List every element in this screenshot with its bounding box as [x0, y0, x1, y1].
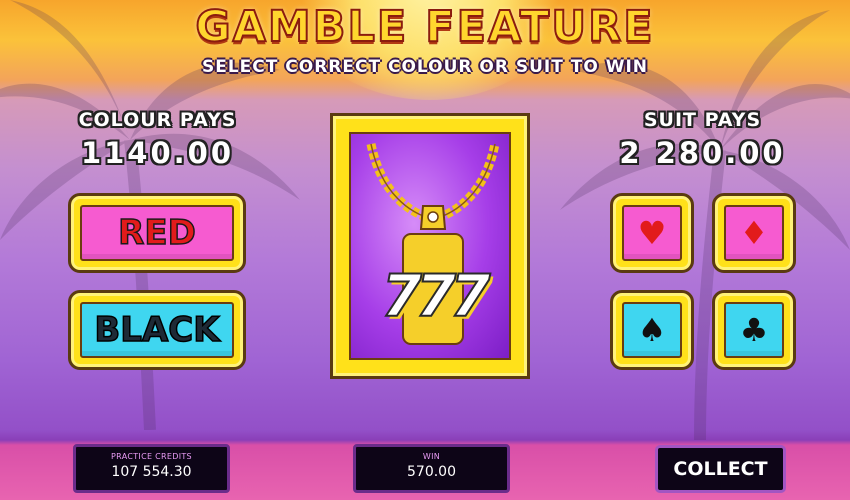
suit-pays-amount: 2 280.00 — [619, 136, 786, 170]
spades-button-face: ♠ — [622, 302, 682, 358]
spade-icon: ♠ — [637, 311, 667, 349]
card-back: 777 — [349, 132, 511, 360]
practice-credits-panel: PRACTICE CREDITS 107 554.30 — [73, 444, 230, 493]
gamble-card: 777 — [330, 113, 530, 379]
collect-button[interactable]: COLLECT — [655, 445, 786, 493]
diamonds-button[interactable]: ♦ — [712, 193, 796, 273]
black-button[interactable]: BLACK — [68, 290, 246, 370]
club-icon: ♣ — [739, 311, 769, 349]
win-value: 570.00 — [407, 464, 456, 480]
suit-pays-label: SUIT PAYS — [643, 109, 762, 131]
red-button-label: RED — [117, 212, 196, 254]
diamonds-button-face: ♦ — [724, 205, 784, 261]
subtitle: SELECT CORRECT COLOUR OR SUIT TO WIN — [201, 57, 649, 77]
clubs-button[interactable]: ♣ — [712, 290, 796, 370]
practice-credits-value: 107 554.30 — [111, 464, 192, 480]
heart-icon: ♥ — [637, 214, 667, 252]
black-button-face: BLACK — [80, 302, 234, 358]
win-label: WIN — [422, 452, 441, 461]
page-title: GAMBLE FEATURE — [194, 1, 655, 53]
red-button[interactable]: RED — [68, 193, 246, 273]
win-panel: WIN 570.00 — [353, 444, 510, 493]
red-button-face: RED — [80, 205, 234, 261]
hearts-button-face: ♥ — [622, 205, 682, 261]
card-777-glyph: 777 — [380, 261, 491, 331]
colour-pays-label: COLOUR PAYS — [78, 109, 237, 131]
spades-button[interactable]: ♠ — [610, 290, 694, 370]
clubs-button-face: ♣ — [724, 302, 784, 358]
practice-credits-label: PRACTICE CREDITS — [111, 452, 192, 461]
collect-button-label: COLLECT — [673, 458, 768, 480]
diamond-icon: ♦ — [739, 214, 769, 252]
hearts-button[interactable]: ♥ — [610, 193, 694, 273]
black-button-label: BLACK — [94, 309, 221, 351]
colour-pays-amount: 1140.00 — [80, 136, 235, 170]
